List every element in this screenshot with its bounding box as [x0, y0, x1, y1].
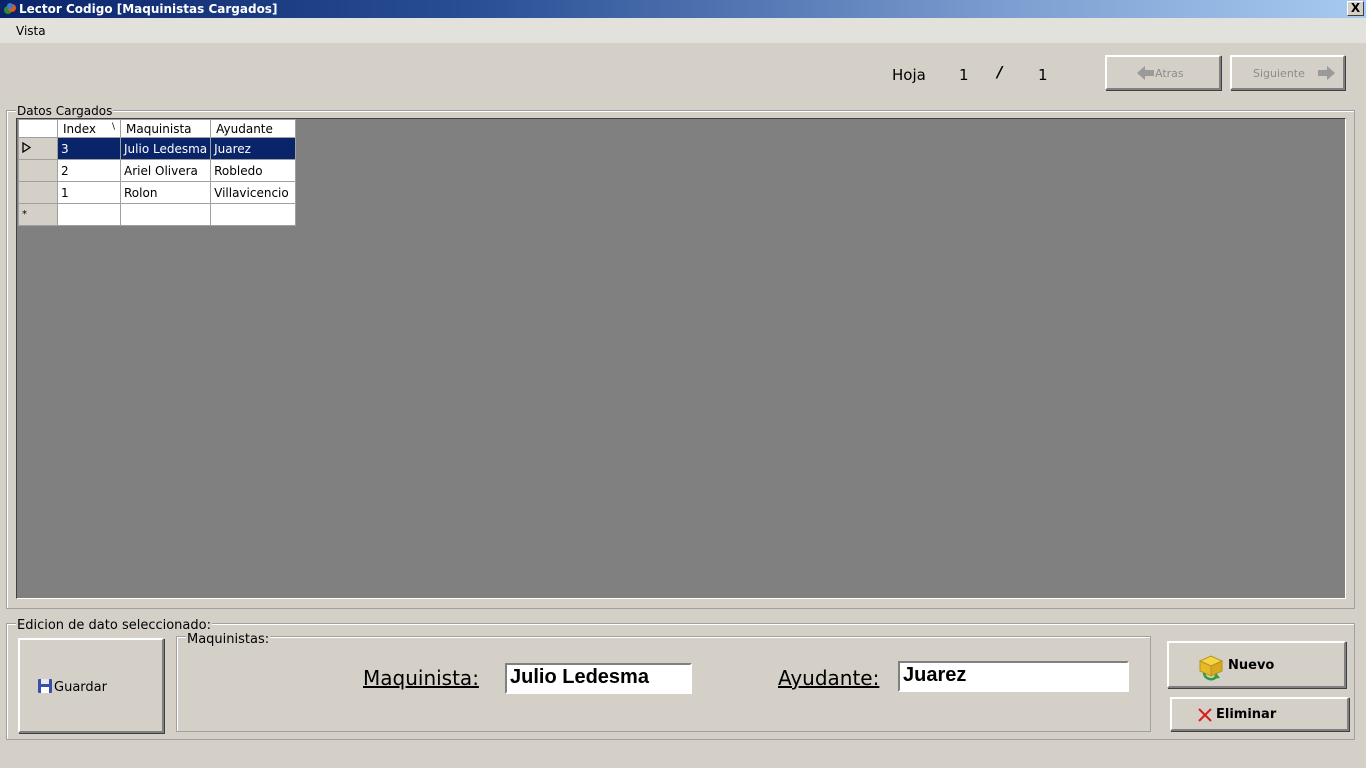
page-label: Hoja: [892, 66, 926, 84]
cell-index[interactable]: 2: [57, 159, 121, 182]
floppy-disk-icon: [38, 679, 52, 693]
row-selector[interactable]: [18, 181, 58, 204]
menu-bar: [0, 18, 1366, 43]
cell-ayudante[interactable]: Juarez: [210, 137, 297, 160]
cell-ayudante[interactable]: [210, 203, 297, 226]
cell-maquinista[interactable]: Julio Ledesma: [119, 137, 212, 160]
column-header-ayudante[interactable]: Ayudante: [210, 119, 297, 138]
row-header-corner: [18, 119, 58, 138]
column-index-label: Index: [63, 121, 97, 136]
current-row-icon: [22, 141, 32, 153]
maquinistas-group-label: Maquinistas:: [186, 632, 271, 647]
table-row[interactable]: 1 Rolon Villavicencio: [18, 181, 297, 204]
cell-maquinista[interactable]: [119, 203, 212, 226]
atras-label: Atras: [1155, 67, 1184, 80]
new-row[interactable]: *: [18, 203, 297, 226]
arrow-left-icon: [1137, 66, 1154, 80]
nuevo-label: Nuevo: [1228, 658, 1275, 673]
table-header-row: Index \ Maquinista Ayudante: [18, 119, 297, 138]
window-title: Lector Codigo [Maquinistas Cargados]: [19, 2, 278, 16]
datos-cargados-label: Datos Cargados: [16, 104, 114, 118]
cell-index[interactable]: [57, 203, 121, 226]
close-button[interactable]: X: [1347, 1, 1364, 16]
page-separator: /: [997, 63, 1003, 81]
ayudante-field[interactable]: Juarez: [898, 661, 1129, 692]
row-selector[interactable]: [18, 159, 58, 182]
cell-index[interactable]: 1: [57, 181, 121, 204]
new-row-marker[interactable]: *: [18, 203, 58, 226]
ayudante-label: Ayudante:: [778, 666, 880, 690]
table-row[interactable]: 3 Julio Ledesma Juarez: [18, 137, 297, 160]
current-page: 1: [959, 66, 969, 84]
column-header-index[interactable]: Index \: [57, 119, 121, 138]
arrow-right-icon: [1318, 66, 1335, 80]
siguiente-button[interactable]: Siguiente: [1230, 55, 1345, 90]
eliminar-label: Eliminar: [1216, 707, 1277, 722]
row-selector[interactable]: [18, 137, 58, 160]
app-icon: [4, 3, 16, 14]
siguiente-label: Siguiente: [1253, 67, 1305, 80]
maquinista-field[interactable]: Julio Ledesma: [505, 663, 692, 694]
red-x-icon: [1198, 708, 1212, 722]
cell-ayudante[interactable]: Villavicencio: [210, 181, 297, 204]
guardar-label: Guardar: [54, 680, 107, 695]
total-pages: 1: [1038, 66, 1048, 84]
table-row[interactable]: 2 Ariel Olivera Robledo: [18, 159, 297, 182]
cell-maquinista[interactable]: Rolon: [119, 181, 212, 204]
cell-index[interactable]: 3: [57, 137, 121, 160]
cell-maquinista[interactable]: Ariel Olivera: [119, 159, 212, 182]
sort-indicator-icon: \: [111, 121, 115, 132]
column-header-maquinista[interactable]: Maquinista: [119, 119, 212, 138]
new-box-icon: [1198, 655, 1224, 681]
edicion-label: Edicion de dato seleccionado:: [16, 618, 212, 633]
cell-ayudante[interactable]: Robledo: [210, 159, 297, 182]
maquinista-label: Maquinista:: [363, 666, 479, 690]
data-table: Index \ Maquinista Ayudante 3 Julio Lede…: [18, 119, 297, 226]
atras-button[interactable]: Atras: [1105, 55, 1221, 90]
menu-item-vista[interactable]: Vista: [16, 24, 46, 38]
